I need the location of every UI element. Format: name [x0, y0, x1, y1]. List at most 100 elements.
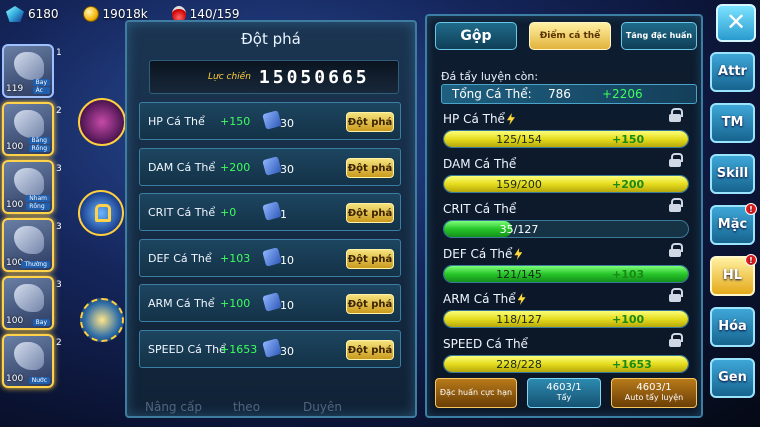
gear-orb-button[interactable] [80, 298, 124, 342]
breakthrough-button[interactable]: Đột phá [346, 248, 394, 269]
side-menu-label: Hóa [718, 319, 747, 334]
side-menu-label: Skill [716, 166, 749, 181]
monster-type-tag: Băng [28, 137, 50, 144]
wash-count: 4603/1 [546, 382, 582, 393]
alert-badge-icon: ! [745, 254, 757, 266]
monster-portrait [14, 52, 44, 80]
stat-bonus: +103 [220, 251, 251, 265]
stat-bar-bonus: +100 [612, 313, 645, 326]
roster-monster-card[interactable]: 100 Thường [2, 218, 54, 272]
tab-merge[interactable]: Gộp [435, 22, 517, 50]
lightning-icon [514, 248, 523, 260]
power-display: Lực chiến 15050665 [149, 60, 399, 94]
stat-bar-value: 125/154 [496, 133, 542, 146]
stat-label: ARM Cá Thể [148, 297, 215, 310]
side-menu-hl[interactable]: HL! [710, 254, 757, 296]
side-menu-tm[interactable]: TM [710, 103, 755, 143]
roster-monster-card[interactable]: 100 Nước [2, 334, 54, 388]
breakthrough-panel: Đột phá Lực chiến 15050665 HP Cá Thể +150… [125, 20, 417, 418]
stat-bar-bonus: +150 [612, 133, 645, 146]
close-button[interactable]: ✕ [716, 4, 756, 42]
stone-quantity: 30 [280, 162, 294, 176]
stat-label: DAM Cá Thể [148, 160, 216, 174]
panel-title: Đột phá [241, 30, 301, 48]
stone-item-icon [262, 292, 282, 312]
monster-type-tag: Nước [28, 377, 50, 384]
breakthrough-button[interactable]: Đột phá [346, 157, 394, 178]
alert-badge-icon: ! [745, 203, 757, 215]
stat-bar-value: 118/127 [496, 313, 542, 326]
lock-icon [95, 204, 111, 222]
tab-individual-points[interactable]: Điểm cá thể [529, 22, 611, 50]
coin-icon [82, 6, 99, 22]
lock-icon[interactable] [669, 333, 683, 347]
gold-value: 19018k [102, 7, 148, 21]
monster-type-tag: Rồng [28, 145, 50, 152]
monster-level: 100 [6, 142, 24, 152]
breakthrough-button[interactable]: Đột phá [346, 294, 394, 314]
side-menu-gen[interactable]: Gen [710, 358, 755, 398]
auto-wash-button[interactable]: 4603/1 Auto tẩy luyện [611, 378, 697, 408]
stat-label: DEF Cá Thể [148, 251, 212, 265]
side-menu-mặc[interactable]: Mặc! [710, 203, 757, 245]
wash-button[interactable]: 4603/1 Tẩy [527, 378, 601, 408]
lock-icon[interactable] [669, 108, 683, 122]
lock-icon[interactable] [669, 243, 683, 257]
side-menu-hóa[interactable]: Hóa [710, 307, 755, 347]
stat-bar-value: 228/228 [496, 358, 542, 371]
roster-side-number: 1 [56, 48, 62, 58]
lock-icon[interactable] [669, 153, 683, 167]
breakthrough-row: ARM Cá Thể +100 10 Đột phá [139, 284, 401, 322]
side-menu-skill[interactable]: Skill [710, 154, 755, 194]
stone-item-icon [262, 155, 282, 176]
breakthrough-row: HP Cá Thể +150 30 Đột phá [139, 102, 401, 140]
roster-side-number: 3 [56, 222, 62, 232]
monster-type-tag: Ác [32, 87, 50, 94]
side-menu-label: TM [721, 115, 744, 130]
monster-portrait [14, 110, 44, 138]
hidden-tab-follow: theo [233, 400, 261, 414]
roster-side-numbers: 1 2 3 3 3 2 [56, 48, 72, 396]
gems-counter: 6180 [6, 6, 59, 22]
monster-level: 100 [6, 374, 24, 384]
stat-name: DAM Cá Thể [443, 157, 517, 171]
breakthrough-row: CRIT Cá Thể +0 1 Đột phá [139, 193, 401, 231]
stat-bar-value: 35/127 [499, 223, 539, 236]
lock-icon[interactable] [669, 198, 683, 212]
stone-quantity: 30 [280, 117, 294, 130]
stat-label: CRIT Cá Thể [148, 206, 216, 219]
monster-portrait [14, 342, 44, 370]
tab-special-training[interactable]: Tăng đặc huấn [621, 22, 697, 50]
stone-item-icon [262, 201, 282, 221]
lock-icon[interactable] [669, 288, 683, 302]
total-value: 786 [548, 87, 571, 101]
roster-monster-card[interactable]: 100 Bay [2, 276, 54, 330]
breakthrough-button[interactable]: Đột phá [346, 339, 394, 360]
roster-monster-card[interactable]: 119 Bay Ác [2, 44, 54, 98]
roster-side-number: 3 [56, 164, 62, 174]
stat-name: ARM Cá Thể [443, 292, 516, 306]
stone-quantity: 10 [280, 299, 294, 312]
stat-bar-row: DAM Cá Thể 159/200 +200 [443, 153, 689, 193]
stamina-value: 140/159 [189, 7, 240, 21]
roster-side-number: 2 [56, 106, 62, 116]
stone-item-icon [262, 246, 282, 267]
stat-label: SPEED Cá Thể [148, 342, 226, 356]
lock-orb-button[interactable] [78, 190, 124, 236]
roster-side-number: 3 [56, 280, 62, 290]
monster-type-tag: Bay [32, 79, 50, 86]
total-label: Tổng Cá Thể: [452, 87, 532, 101]
lightning-icon [506, 113, 515, 125]
roster-monster-card[interactable]: 100 Nham Rồng [2, 160, 54, 214]
orb-button-top[interactable] [78, 98, 126, 146]
special-training-button[interactable]: Đặc huấn cực hạn [435, 378, 517, 408]
breakthrough-button[interactable]: Đột phá [346, 203, 394, 223]
side-menu-label: Attr [718, 64, 747, 79]
side-menu-attr[interactable]: Attr [710, 52, 755, 92]
stat-progress-bar: 159/200 +200 [443, 175, 689, 193]
breakthrough-button[interactable]: Đột phá [346, 112, 394, 132]
stat-name: CRIT Cá Thể [443, 202, 517, 216]
roster-monster-card[interactable]: 100 Băng Rồng [2, 102, 54, 156]
stone-quantity: 30 [280, 344, 294, 358]
stat-progress-bar: 121/145 +103 [443, 265, 689, 283]
